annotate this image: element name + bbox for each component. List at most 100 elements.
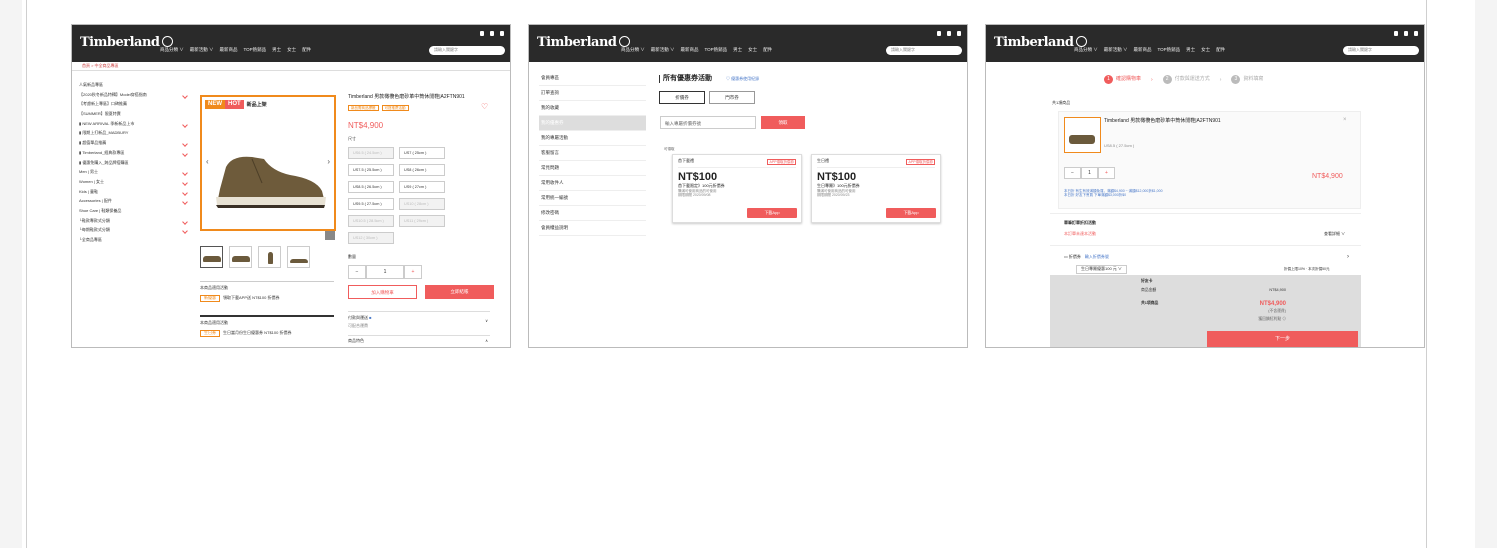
phone-icon[interactable] xyxy=(1394,31,1398,36)
sidebar-item-active[interactable]: 我的優惠券 xyxy=(539,116,646,131)
sidebar-item[interactable]: 會員專區 xyxy=(539,71,646,86)
tab-discount-coupon[interactable]: 折價券 xyxy=(659,91,705,104)
next-arrow-icon[interactable]: › xyxy=(327,157,330,167)
size-option[interactable]: US12 ( 30cm ) xyxy=(348,232,394,244)
thumbnail[interactable] xyxy=(287,246,310,268)
download-app-button[interactable]: 下載App xyxy=(886,208,936,218)
nav-item[interactable]: 最新商品 xyxy=(681,47,699,52)
size-option[interactable]: US8 ( 26cm ) xyxy=(399,164,445,176)
phone-icon[interactable] xyxy=(937,31,941,36)
coupon-select[interactable]: 生日專屬優惠100 元 ∨ xyxy=(1076,265,1127,274)
phone-icon[interactable] xyxy=(480,31,484,36)
minus-button[interactable]: − xyxy=(1064,167,1081,179)
coupon-code-link[interactable]: 輸入折價券號 xyxy=(1085,254,1109,259)
item-count: 共1項商品 xyxy=(1052,100,1071,105)
buy-now-button[interactable]: 立即結帳 xyxy=(425,285,494,299)
cart-icon[interactable] xyxy=(1414,31,1418,36)
sidebar-item[interactable]: 訂單查詢 xyxy=(539,86,646,101)
add-to-cart-button[interactable]: 加入購物車 xyxy=(348,285,417,299)
description-section[interactable]: 商品特色 ∧ xyxy=(348,338,490,344)
user-icon[interactable] xyxy=(947,31,951,36)
breadcrumb[interactable]: 首頁 > 中全商品專區 xyxy=(72,62,510,71)
search-input[interactable]: 請輸入關鍵字 xyxy=(886,46,962,55)
thumbnail[interactable] xyxy=(229,246,252,268)
nav-item[interactable]: 女士 xyxy=(1201,47,1210,52)
coupon-row: ▭ 折價券 輸入折價券號 xyxy=(1064,254,1109,259)
nav-item[interactable]: 最新商品 xyxy=(1134,47,1152,52)
size-option[interactable]: US8.5 ( 26.5cm ) xyxy=(348,181,394,193)
search-input[interactable]: 請輸入關鍵字 xyxy=(429,46,505,55)
nav-item[interactable]: 女士 xyxy=(287,47,296,52)
promo-text: 領取下載APP送 NT$100 折價券 xyxy=(223,294,280,300)
nav-item[interactable]: 配件 xyxy=(302,47,311,52)
activity-status: 本訂單未達本活動 xyxy=(1064,231,1096,236)
plus-button[interactable]: + xyxy=(1098,167,1115,179)
nav-item[interactable]: 最新活動 ∨ xyxy=(651,47,675,52)
nav-item[interactable]: 配件 xyxy=(1216,47,1225,52)
nav-item[interactable]: 配件 xyxy=(763,47,772,52)
cart-icon[interactable] xyxy=(957,31,961,36)
sidebar-item[interactable]: └全商品專區 xyxy=(79,237,187,248)
sidebar-item[interactable]: 我的收藏 xyxy=(539,101,646,116)
sidebar-item[interactable]: 會員權益說明 xyxy=(539,221,646,236)
zoom-icon[interactable] xyxy=(325,231,335,240)
quantity-value[interactable]: 1 xyxy=(1081,167,1098,179)
sidebar-item[interactable]: 常用統一編號 xyxy=(539,191,646,206)
user-icon[interactable] xyxy=(1404,31,1408,36)
download-app-button[interactable]: 下載App xyxy=(747,208,797,218)
nav-item[interactable]: 最新商品 xyxy=(220,47,238,52)
nav-item[interactable]: TOP熱銷品 xyxy=(705,47,728,52)
user-icon[interactable] xyxy=(490,31,494,36)
next-step-button[interactable]: 下一步 xyxy=(1207,331,1358,347)
plus-button[interactable]: + xyxy=(404,265,422,279)
sidebar-item[interactable]: 客服留言 xyxy=(539,146,646,161)
nav-item[interactable]: 最新活動 ∨ xyxy=(190,47,214,52)
sidebar-item[interactable]: 修改密碼 xyxy=(539,206,646,221)
nav-item[interactable]: 商品分類 ∨ xyxy=(160,47,184,52)
tree-logo-icon xyxy=(1076,36,1088,47)
brand-logo[interactable]: Timberland xyxy=(537,35,631,51)
search-input[interactable]: 請輸入關鍵字 xyxy=(1343,46,1419,55)
minus-button[interactable]: − xyxy=(348,265,366,279)
thumbnail[interactable] xyxy=(200,246,223,268)
size-option[interactable]: US7.5 ( 25.5cm ) xyxy=(348,164,394,176)
size-option[interactable]: US11 ( 29cm ) xyxy=(399,215,445,227)
coupon-code-input[interactable]: 輸入專屬折價券號 xyxy=(660,116,756,129)
nav-item[interactable]: 男士 xyxy=(272,47,281,52)
sidebar-item[interactable]: 常用收件人 xyxy=(539,176,646,191)
nav-item[interactable]: 男士 xyxy=(733,47,742,52)
sidebar-item[interactable]: 常見問題 xyxy=(539,161,646,176)
claim-coupon-button[interactable]: 領取 xyxy=(761,116,805,129)
nav-item[interactable]: 女士 xyxy=(748,47,757,52)
thumbnail[interactable] xyxy=(258,246,281,268)
activity-detail-toggle[interactable]: 查看詳細 ∨ xyxy=(1324,231,1345,237)
claimable-label: 可領取 xyxy=(664,147,675,151)
chevron-right-icon: › xyxy=(1151,76,1153,83)
size-option[interactable]: US10 ( 28cm ) xyxy=(399,198,445,210)
nav-item[interactable]: 最新活動 ∨ xyxy=(1104,47,1128,52)
step: 2 付款與運送方式 xyxy=(1162,75,1210,84)
coupon-history-link[interactable]: ♡ 優惠券使用紀錄 xyxy=(726,76,759,82)
prev-arrow-icon[interactable]: ‹ xyxy=(206,157,209,167)
divider xyxy=(1050,213,1361,214)
size-option[interactable]: US6.5 ( 24.5cm ) xyxy=(348,147,394,159)
cart-item-thumbnail[interactable] xyxy=(1064,117,1101,153)
shipping-section[interactable]: 付款與運送 ■ 可配合運費 ∨ xyxy=(348,315,490,329)
sidebar-item[interactable]: 我的專屬活動 xyxy=(539,131,646,146)
nav-item[interactable]: TOP熱銷品 xyxy=(244,47,267,52)
size-option[interactable]: US10.5 ( 28.5cm ) xyxy=(348,215,394,227)
tab-store-coupon[interactable]: 門市券 xyxy=(709,91,755,104)
cart-icon[interactable] xyxy=(500,31,504,36)
cart-item-title[interactable]: Timberland 男款橄欖色磨砂革中筒休閒鞋|A2FTN901 xyxy=(1104,118,1221,124)
quantity-value[interactable]: 1 xyxy=(366,265,404,279)
size-option[interactable]: US9 ( 27cm ) xyxy=(399,181,445,193)
chevron-right-icon[interactable]: › xyxy=(1347,254,1349,261)
size-option[interactable]: US7 ( 25cm ) xyxy=(399,147,445,159)
nav-item[interactable]: TOP熱銷品 xyxy=(1158,47,1181,52)
favorite-heart-icon[interactable]: ♡ xyxy=(481,102,488,112)
remove-item-icon[interactable]: × xyxy=(1343,117,1347,124)
nav-item[interactable]: 商品分類 ∨ xyxy=(1074,47,1098,52)
size-option[interactable]: US9.5 ( 27.5cm ) xyxy=(348,198,394,210)
nav-item[interactable]: 商品分類 ∨ xyxy=(621,47,645,52)
nav-item[interactable]: 男士 xyxy=(1186,47,1195,52)
